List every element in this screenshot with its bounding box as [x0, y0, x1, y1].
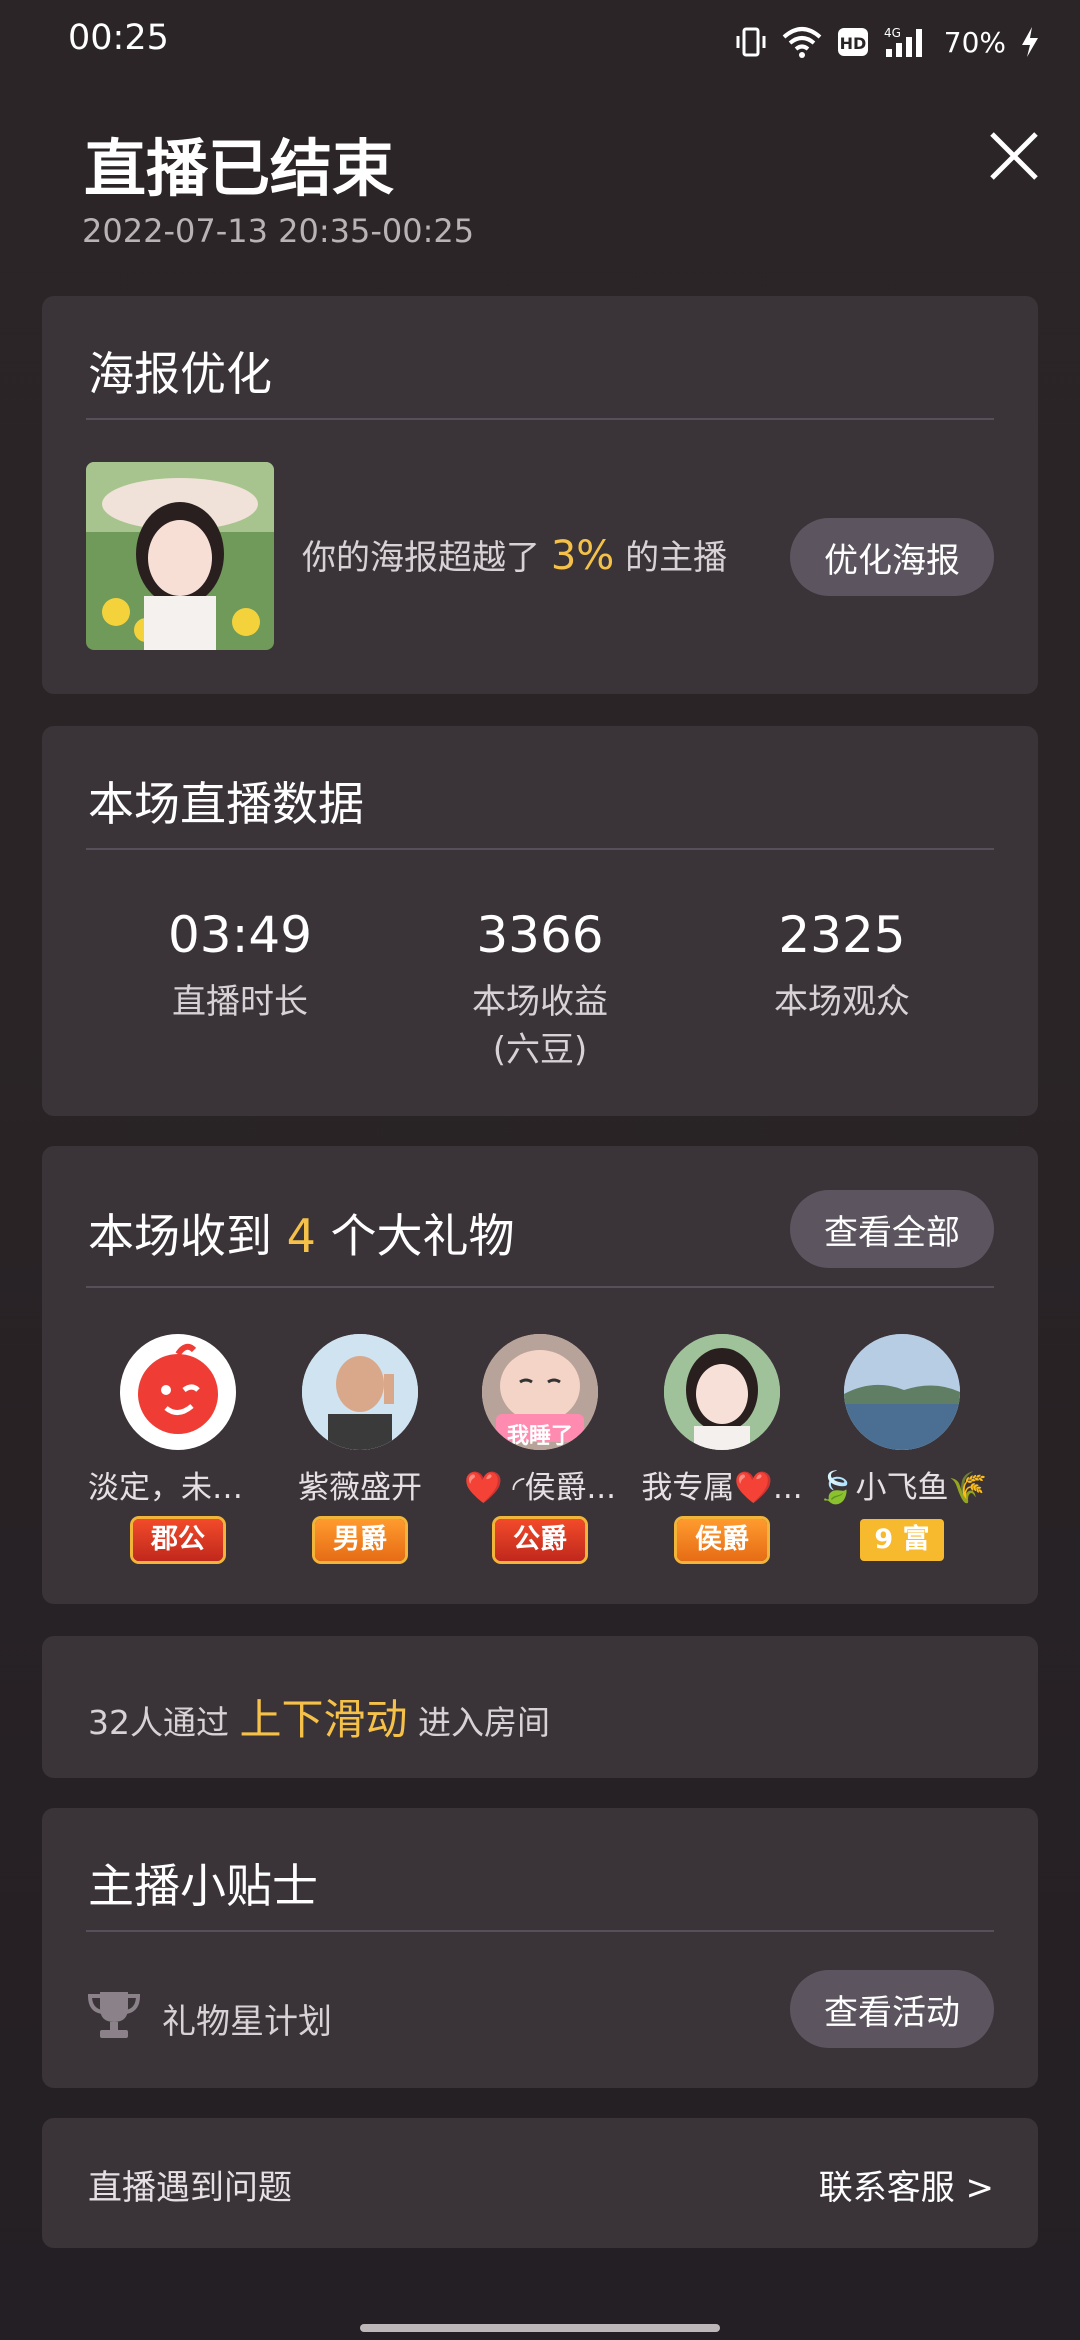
close-icon [988, 130, 1040, 186]
poster-card: 海报优化 你的海报超越了 3% 的主播 优化海报 [42, 296, 1038, 694]
avatar [120, 1334, 236, 1450]
gift-user[interactable]: 我睡了 ❤️ ◜侯爵... 公爵 [450, 1334, 630, 1561]
svg-text:HD: HD [839, 34, 866, 53]
page-title: 直播已结束 [84, 132, 395, 205]
gift-star-plan-label: 礼物星计划 [162, 2002, 332, 2042]
stat-value: 03:49 [167, 906, 313, 964]
poster-card-title: 海报优化 [88, 347, 272, 401]
rank-badge: 9 富 [860, 1519, 944, 1561]
view-all-button[interactable]: 查看全部 [790, 1190, 994, 1268]
poster-text-prefix: 你的海报超越了 [302, 538, 540, 578]
gifts-count: 4 [286, 1209, 316, 1263]
status-bar: 00:25 HD 4G 70% [0, 0, 1080, 82]
divider [86, 1286, 994, 1288]
stat-label-main: 本场收益 [472, 982, 608, 1022]
stat-label-sub: (六豆) [492, 1030, 588, 1070]
poster-text-suffix: 的主播 [625, 538, 728, 578]
issue-card: 直播遇到问题 联系客服 > [42, 2118, 1038, 2248]
gifts-title-suffix: 个大礼物 [330, 1209, 515, 1263]
poster-thumbnail[interactable] [86, 462, 274, 650]
battery-percent: 70% [943, 25, 1006, 59]
view-activity-button[interactable]: 查看活动 [790, 1970, 994, 2048]
battery-charging-icon [1020, 25, 1040, 59]
swipe-highlight: 上下滑动 [239, 1695, 408, 1744]
swipe-prefix: 32人通过 [88, 1703, 229, 1742]
gift-user[interactable]: 🍃小飞鱼🌾 9 富 [812, 1334, 992, 1561]
close-button[interactable] [984, 128, 1044, 188]
stat-value: 3366 [476, 906, 604, 964]
rank-badge: 公爵 [495, 1519, 585, 1561]
trophy-icon [86, 1986, 142, 2042]
gift-user-name: 我专属❤️... [641, 1470, 803, 1506]
status-time: 00:25 [68, 18, 169, 58]
wifi-icon [782, 25, 822, 59]
stat-income: 3366 本场收益 (六豆) [390, 906, 690, 1074]
poster-percent: 3% [550, 533, 615, 579]
optimize-poster-button[interactable]: 优化海报 [790, 518, 994, 596]
avatar [664, 1334, 780, 1450]
divider [86, 418, 994, 420]
avatar [302, 1334, 418, 1450]
live-stats-title: 本场直播数据 [88, 777, 364, 831]
gift-user-name: 🍃小飞鱼🌾 [816, 1470, 988, 1506]
swipe-entry-card: 32人通过 上下滑动 进入房间 [42, 1636, 1038, 1778]
gifts-card: 本场收到 4 个大礼物 查看全部 淡定，未来... 郡公 紫薇盛开 男爵 我睡了… [42, 1146, 1038, 1604]
avatar-sticker-text: 我睡了 [506, 1424, 573, 1449]
gifts-title: 本场收到 4 个大礼物 [88, 1200, 515, 1266]
avatar [844, 1334, 960, 1450]
stat-duration: 03:49 直播时长 [90, 906, 390, 1026]
gift-user-name: ❤️ ◜侯爵... [463, 1470, 617, 1506]
tips-title: 主播小贴士 [88, 1859, 318, 1913]
gift-user-name: 紫薇盛开 [298, 1470, 422, 1506]
contact-support-link[interactable]: 联系客服 > [819, 2160, 994, 2209]
divider [86, 848, 994, 850]
stat-value: 2325 [778, 906, 906, 964]
poster-rank-text: 你的海报超越了 3% 的主播 [302, 530, 727, 579]
rank-badge: 郡公 [133, 1519, 223, 1561]
avatar: 我睡了 [482, 1334, 598, 1450]
stat-label: 本场观众 [774, 982, 910, 1022]
swipe-entry-text: 32人通过 上下滑动 进入房间 [88, 1686, 550, 1747]
vibrate-icon [734, 25, 768, 59]
stat-label: 本场收益 (六豆) [390, 978, 690, 1074]
divider [86, 1930, 994, 1932]
gifts-title-prefix: 本场收到 [88, 1209, 272, 1263]
live-time-range: 2022-07-13 20:35-00:25 [82, 212, 475, 250]
issue-label: 直播遇到问题 [88, 2168, 292, 2208]
stat-label: 直播时长 [172, 982, 308, 1022]
signal-4g-icon: 4G [884, 25, 930, 59]
swipe-suffix: 进入房间 [418, 1703, 551, 1742]
gift-user[interactable]: 紫薇盛开 男爵 [270, 1334, 450, 1561]
stat-audience: 2325 本场观众 [692, 906, 992, 1026]
rank-badge: 侯爵 [677, 1519, 767, 1561]
hd-icon: HD [836, 25, 870, 59]
tips-card: 主播小贴士 礼物星计划 查看活动 [42, 1808, 1038, 2088]
live-stats-card: 本场直播数据 03:49 直播时长 3366 本场收益 (六豆) 2325 本场… [42, 726, 1038, 1116]
home-indicator[interactable] [360, 2324, 720, 2332]
gift-user[interactable]: 淡定，未来... 郡公 [88, 1334, 268, 1561]
rank-badge: 男爵 [315, 1519, 405, 1561]
svg-text:4G: 4G [884, 26, 901, 40]
status-icons: HD 4G 70% [734, 22, 1040, 62]
gift-user[interactable]: 我专属❤️... 侯爵 [632, 1334, 812, 1561]
gift-user-name: 淡定，未来... [88, 1470, 268, 1506]
